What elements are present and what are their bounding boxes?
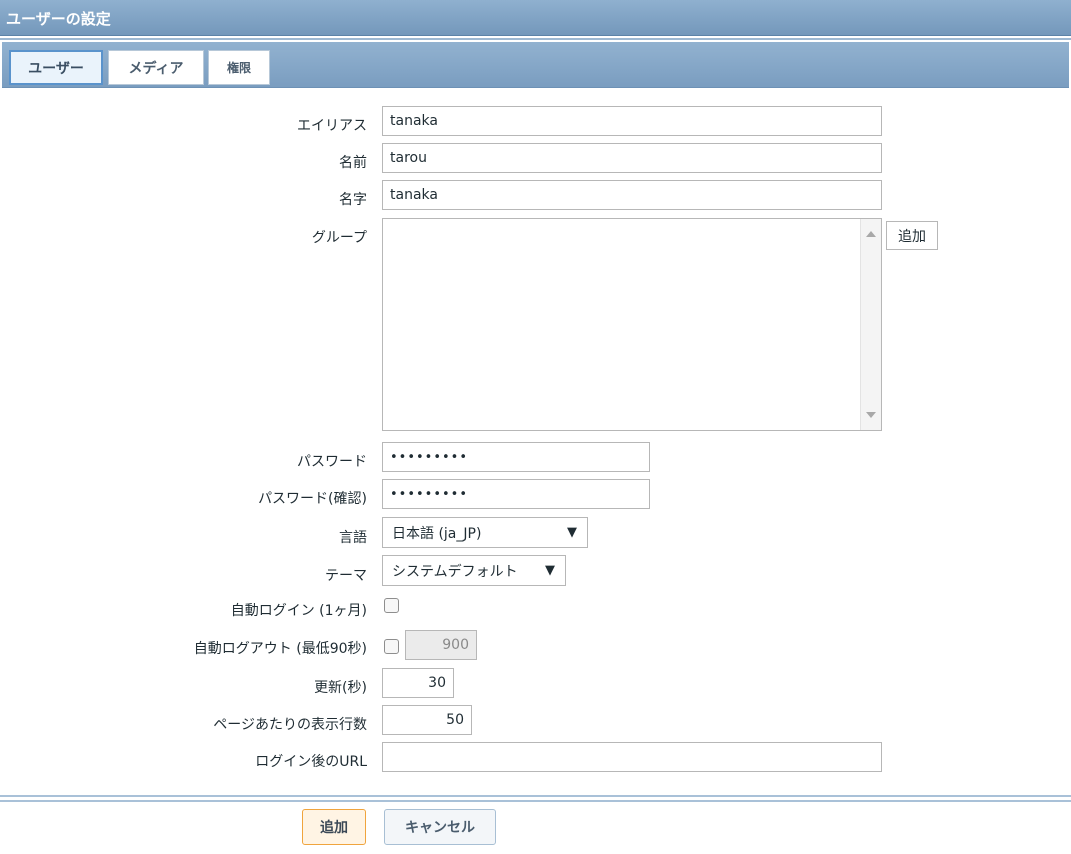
footer-divider xyxy=(0,795,1071,802)
theme-select[interactable]: システムデフォルト ▼ xyxy=(382,555,566,586)
alias-label: エイリアス xyxy=(297,118,367,134)
surname-input[interactable]: tanaka xyxy=(382,180,882,210)
language-selected: 日本語 (ja_JP) xyxy=(392,525,482,542)
header-divider xyxy=(0,38,1071,40)
scroll-down-icon[interactable] xyxy=(866,412,876,418)
autologout-label: 自動ログアウト (最低90秒) xyxy=(193,641,367,657)
dropdown-arrow-icon: ▼ xyxy=(567,525,577,540)
add-button[interactable]: 追加 xyxy=(302,809,366,845)
window-titlebar: ユーザーの設定 xyxy=(0,0,1071,36)
theme-label: テーマ xyxy=(325,568,367,584)
refresh-label: 更新(秒) xyxy=(314,680,367,696)
rows-per-page-label: ページあたりの表示行数 xyxy=(213,717,367,733)
dropdown-arrow-icon: ▼ xyxy=(545,563,555,578)
theme-selected: システムデフォルト xyxy=(392,563,518,580)
tab-user[interactable]: ユーザー xyxy=(9,50,103,85)
rows-per-page-input[interactable]: 50 xyxy=(382,705,472,735)
alias-input[interactable]: tanaka xyxy=(382,106,882,136)
groups-add-button[interactable]: 追加 xyxy=(886,221,938,250)
password-label: パスワード xyxy=(297,454,367,470)
surname-label: 名字 xyxy=(339,192,367,208)
autologout-checkbox[interactable] xyxy=(384,639,399,654)
tab-media[interactable]: メディア xyxy=(108,50,204,85)
password-input[interactable]: ••••••••• xyxy=(382,442,650,472)
name-input[interactable]: tarou xyxy=(382,143,882,173)
page-title: ユーザーの設定 xyxy=(6,10,111,28)
url-input[interactable] xyxy=(382,742,882,772)
tab-bar: ユーザー メディア 権限 xyxy=(2,42,1069,88)
language-select[interactable]: 日本語 (ja_JP) ▼ xyxy=(382,517,588,548)
cancel-button[interactable]: キャンセル xyxy=(384,809,496,845)
refresh-input[interactable]: 30 xyxy=(382,668,454,698)
scroll-up-icon[interactable] xyxy=(866,231,876,237)
password-confirm-input[interactable]: ••••••••• xyxy=(382,479,650,509)
autologin-checkbox[interactable] xyxy=(384,598,399,613)
groups-listbox[interactable] xyxy=(382,218,882,431)
name-label: 名前 xyxy=(339,155,367,171)
autologin-label: 自動ログイン (1ヶ月) xyxy=(230,603,367,619)
groups-scrollbar[interactable] xyxy=(860,219,881,430)
tab-permissions[interactable]: 権限 xyxy=(208,50,270,85)
language-label: 言語 xyxy=(339,530,367,546)
groups-label: グループ xyxy=(311,230,367,246)
autologout-seconds-input[interactable]: 900 xyxy=(405,630,477,660)
url-label: ログイン後のURL xyxy=(255,754,367,770)
password-confirm-label: パスワード(確認) xyxy=(258,491,367,507)
